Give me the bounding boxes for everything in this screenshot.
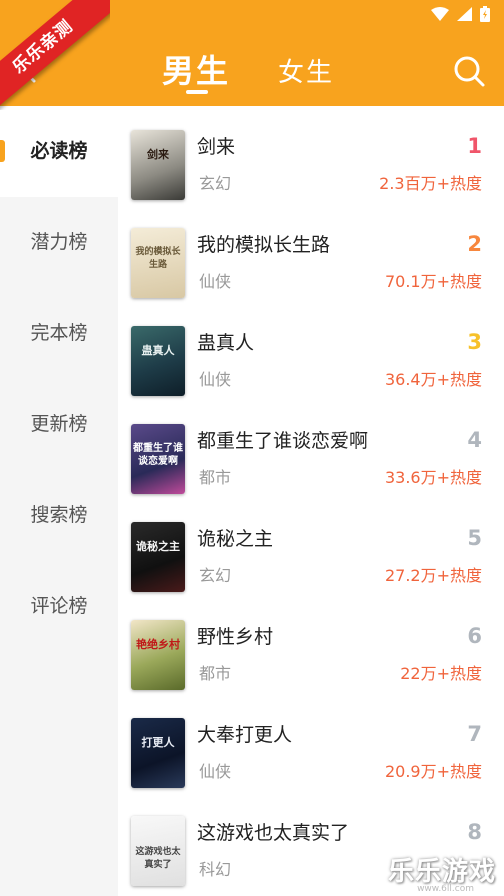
wifi-icon xyxy=(431,7,449,21)
active-indicator xyxy=(0,140,5,162)
list-item[interactable]: 打更人 大奉打更人 仙侠 7 20.9万+热度 xyxy=(118,700,504,798)
cover-title: 都重生了谁谈恋爱啊 xyxy=(133,443,183,467)
search-icon[interactable] xyxy=(452,54,486,88)
tab-female[interactable]: 女生 xyxy=(278,52,334,89)
tab-male[interactable]: 男生 xyxy=(162,46,230,92)
list-item[interactable]: 都重生了谁谈恋爱啊 都重生了谁谈恋爱啊 都市 4 33.6万+热度 xyxy=(118,406,504,504)
battery-icon xyxy=(480,6,490,22)
heat-count: 36.4万+热度 xyxy=(384,370,482,389)
ribbon-label: 乐乐亲测 xyxy=(0,0,110,110)
sidebar-item-label: 潜力榜 xyxy=(30,231,88,253)
list-item[interactable]: 我的模拟长生路 我的模拟长生路 仙侠 2 70.1万+热度 xyxy=(118,210,504,308)
book-cover: 都重生了谁谈恋爱啊 xyxy=(131,424,185,494)
heat-count: 33.6万+热度 xyxy=(384,468,482,487)
cover-title: 蛊真人 xyxy=(141,344,175,357)
watermark-logo: 乐乐游戏 xyxy=(387,857,496,887)
book-title: 我的模拟长生路 xyxy=(197,234,331,256)
book-cover: 艳绝乡村 xyxy=(131,620,185,690)
book-title: 野性乡村 xyxy=(197,626,274,648)
cover-title: 剑来 xyxy=(147,148,169,161)
book-title: 都重生了谁谈恋爱啊 xyxy=(197,430,369,452)
heat-count: 27.2万+热度 xyxy=(384,566,482,585)
sidebar-item-updated[interactable]: 更新榜 xyxy=(0,379,118,470)
book-title: 大奉打更人 xyxy=(197,724,293,746)
rank-number: 3 xyxy=(467,330,482,354)
book-genre: 玄幻 xyxy=(199,566,232,585)
book-cover: 这游戏也太真实了 xyxy=(131,816,185,886)
list-item[interactable]: 艳绝乡村 野性乡村 都市 6 22万+热度 xyxy=(118,602,504,700)
book-title: 诡秘之主 xyxy=(197,528,274,550)
rank-number: 1 xyxy=(467,134,482,158)
sidebar-item-comments[interactable]: 评论榜 xyxy=(0,561,118,652)
sidebar-item-label: 必读榜 xyxy=(30,140,88,162)
sidebar-item-must-read[interactable]: 必读榜 xyxy=(0,106,118,197)
heat-count: 22万+热度 xyxy=(400,664,482,683)
book-genre: 仙侠 xyxy=(199,370,232,389)
sidebar-item-search[interactable]: 搜索榜 xyxy=(0,470,118,561)
rank-number: 4 xyxy=(467,428,482,452)
sidebar-item-potential[interactable]: 潜力榜 xyxy=(0,197,118,288)
rank-number: 8 xyxy=(467,820,482,844)
book-title: 剑来 xyxy=(197,136,236,158)
list-item[interactable]: 剑来 剑来 玄幻 1 2.3百万+热度 xyxy=(118,112,504,210)
book-genre: 都市 xyxy=(199,664,232,683)
book-genre: 仙侠 xyxy=(199,272,232,291)
rank-number: 6 xyxy=(467,624,482,648)
book-cover: 蛊真人 xyxy=(131,326,185,396)
cover-title: 打更人 xyxy=(141,736,175,749)
cover-title: 艳绝乡村 xyxy=(136,638,180,651)
book-title: 蛊真人 xyxy=(197,332,255,354)
list-item[interactable]: 诡秘之主 诡秘之主 玄幻 5 27.2万+热度 xyxy=(118,504,504,602)
watermark-url: www.6ll.com xyxy=(417,884,474,894)
book-genre: 玄幻 xyxy=(199,174,232,193)
book-genre: 都市 xyxy=(199,468,232,487)
rank-number: 2 xyxy=(467,232,482,256)
book-genre: 科幻 xyxy=(199,860,232,879)
rank-number: 7 xyxy=(467,722,482,746)
cover-title: 诡秘之主 xyxy=(136,540,180,553)
book-cover: 剑来 xyxy=(131,130,185,200)
ranking-sidebar: 必读榜 潜力榜 完本榜 更新榜 搜索榜 评论榜 xyxy=(0,106,118,896)
book-list: 剑来 剑来 玄幻 1 2.3百万+热度 我的模拟长生路 我的模拟长生路 仙侠 2… xyxy=(118,106,504,896)
status-bar xyxy=(431,6,490,22)
list-item[interactable]: 蛊真人 蛊真人 仙侠 3 36.4万+热度 xyxy=(118,308,504,406)
heat-count: 2.3百万+热度 xyxy=(379,174,482,193)
tab-active-underline xyxy=(186,90,208,94)
cover-title: 我的模拟长生路 xyxy=(135,247,181,270)
corner-ribbon: 乐乐亲测 xyxy=(0,0,110,110)
sidebar-item-label: 更新榜 xyxy=(30,413,88,435)
rank-number: 5 xyxy=(467,526,482,550)
book-cover: 打更人 xyxy=(131,718,185,788)
sidebar-item-label: 完本榜 xyxy=(30,322,88,344)
book-cover: 诡秘之主 xyxy=(131,522,185,592)
cover-title: 这游戏也太真实了 xyxy=(135,847,181,870)
heat-count: 70.1万+热度 xyxy=(384,272,482,291)
heat-count: 20.9万+热度 xyxy=(384,762,482,781)
sidebar-item-label: 搜索榜 xyxy=(30,504,88,526)
sidebar-item-completed[interactable]: 完本榜 xyxy=(0,288,118,379)
book-title: 这游戏也太真实了 xyxy=(197,822,350,844)
signal-icon xyxy=(457,7,472,21)
sidebar-item-label: 评论榜 xyxy=(30,595,88,617)
book-genre: 仙侠 xyxy=(199,762,232,781)
book-cover: 我的模拟长生路 xyxy=(131,228,185,298)
